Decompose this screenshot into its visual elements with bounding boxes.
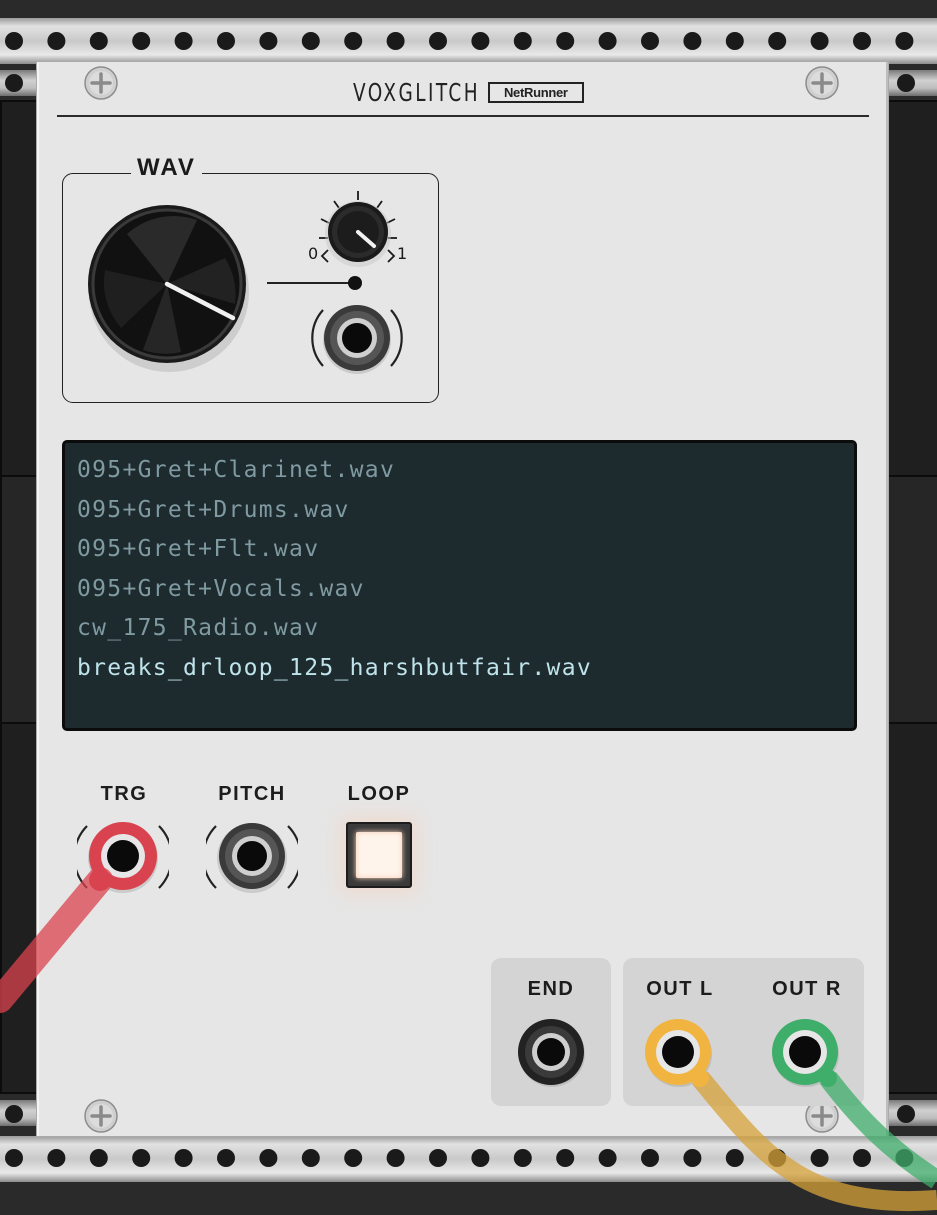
list-item[interactable]: 095+Gret+Vocals.wav bbox=[77, 572, 842, 612]
sample-file-list[interactable]: 095+Gret+Clarinet.wav 095+Gret+Drums.wav… bbox=[62, 440, 857, 731]
list-item[interactable]: 095+Gret+Clarinet.wav bbox=[77, 453, 842, 493]
right-neighbor-slot bbox=[886, 475, 937, 724]
end-label: END bbox=[527, 978, 575, 1000]
rack-rail-bottom bbox=[0, 1136, 937, 1182]
trg-input-jack[interactable] bbox=[77, 818, 169, 898]
attenuator-max-label: 1 bbox=[397, 244, 408, 263]
cv-link-dot bbox=[348, 276, 362, 290]
module-header: VOXGLITCH NetRunner bbox=[353, 72, 584, 112]
loop-label: LOOP bbox=[347, 783, 411, 805]
wav-section-title: WAV bbox=[131, 154, 202, 182]
wav-section: WAV 0 1 bbox=[62, 154, 439, 403]
module-name-badge: NetRunner bbox=[487, 81, 584, 103]
list-item[interactable]: 095+Gret+Flt.wav bbox=[77, 532, 842, 572]
end-output-jack[interactable] bbox=[517, 1016, 587, 1088]
out-l-label: OUT L bbox=[646, 978, 714, 1000]
list-item[interactable]: 095+Gret+Drums.wav bbox=[77, 493, 842, 533]
rack-rail-top bbox=[0, 18, 937, 64]
loop-led bbox=[356, 832, 402, 878]
netrunner-module-panel: VOXGLITCH NetRunner WAV 0 1 095+Gret+Cla… bbox=[37, 62, 888, 1136]
screw-icon bbox=[84, 1099, 118, 1133]
out-l-output-jack[interactable] bbox=[644, 1016, 714, 1088]
attenuator-min-label: 0 bbox=[308, 244, 319, 263]
loop-toggle-button[interactable] bbox=[346, 822, 412, 888]
pitch-input-jack[interactable] bbox=[206, 818, 298, 898]
brand-logo: VOXGLITCH bbox=[353, 77, 481, 107]
screw-icon bbox=[84, 66, 118, 100]
wav-cv-input-jack[interactable] bbox=[311, 302, 403, 374]
wav-select-knob[interactable] bbox=[85, 200, 255, 380]
list-item[interactable]: cw_175_Radio.wav bbox=[77, 611, 842, 651]
header-divider bbox=[57, 115, 869, 117]
trg-label: TRG bbox=[100, 783, 148, 805]
out-r-output-jack[interactable] bbox=[771, 1016, 841, 1088]
list-item-selected[interactable]: breaks_drloop_125_harshbutfair.wav bbox=[77, 651, 842, 691]
cv-link-line bbox=[267, 282, 357, 284]
out-r-label: OUT R bbox=[772, 978, 842, 1000]
screw-icon bbox=[805, 66, 839, 100]
pitch-label: PITCH bbox=[218, 783, 286, 805]
left-neighbor-slot bbox=[0, 475, 40, 724]
